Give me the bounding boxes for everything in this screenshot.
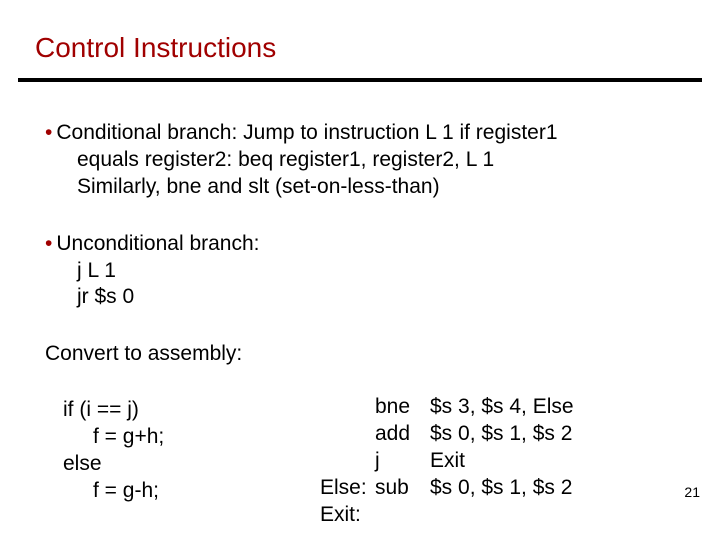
assembly-column: bne $s 3, $s 4, Else add $s 0, $s 1, $s … [320,394,574,528]
asm-label [320,421,375,448]
title-rule [18,78,702,82]
asm-label [320,448,375,475]
table-row: j Exit [320,448,574,475]
asm-op [375,502,430,529]
bullet-item-unconditional: •Unconditional branch: j L 1 jr $s 0 [45,231,685,312]
table-row: Exit: [320,502,574,529]
table-row: Else: sub $s 0, $s 1, $s 2 [320,475,574,502]
text-line: f = g-h; [45,478,305,505]
c-code-column: if (i == j) f = g+h; else f = g-h; [45,397,305,505]
text-line: Unconditional branch: [56,232,259,255]
block-convert: Convert to assembly: [45,341,685,368]
asm-label [320,394,375,421]
bullet-icon: • [45,121,52,144]
text-line: else [45,451,305,478]
asm-op: sub [375,475,430,502]
bullet-item-conditional: •Conditional branch: Jump to instruction… [45,120,685,201]
bullet-icon: • [45,232,52,255]
asm-args: Exit [430,448,574,475]
table-row: add $s 0, $s 1, $s 2 [320,421,574,448]
text-line: j L 1 [45,258,685,285]
asm-label: Exit: [320,502,375,529]
asm-args: $s 0, $s 1, $s 2 [430,475,574,502]
text-line: equals register2: beq register1, registe… [45,147,685,174]
asm-op: add [375,421,430,448]
page-number: 21 [684,484,700,500]
text-line: Convert to assembly: [45,342,242,365]
slide: Control Instructions •Conditional branch… [0,0,720,540]
text-line: Similarly, bne and slt (set-on-less-than… [45,174,685,201]
slide-body: •Conditional branch: Jump to instruction… [45,120,685,368]
text-line: jr $s 0 [45,284,685,311]
assembly-table: bne $s 3, $s 4, Else add $s 0, $s 1, $s … [320,394,574,528]
asm-op: bne [375,394,430,421]
asm-args [430,502,574,529]
slide-title: Control Instructions [35,32,276,64]
asm-args: $s 3, $s 4, Else [430,394,574,421]
asm-args: $s 0, $s 1, $s 2 [430,421,574,448]
table-row: bne $s 3, $s 4, Else [320,394,574,421]
asm-op: j [375,448,430,475]
text-line: if (i == j) [45,397,305,424]
text-line: f = g+h; [45,424,305,451]
text-line: Conditional branch: Jump to instruction … [56,121,557,144]
asm-label: Else: [320,475,375,502]
